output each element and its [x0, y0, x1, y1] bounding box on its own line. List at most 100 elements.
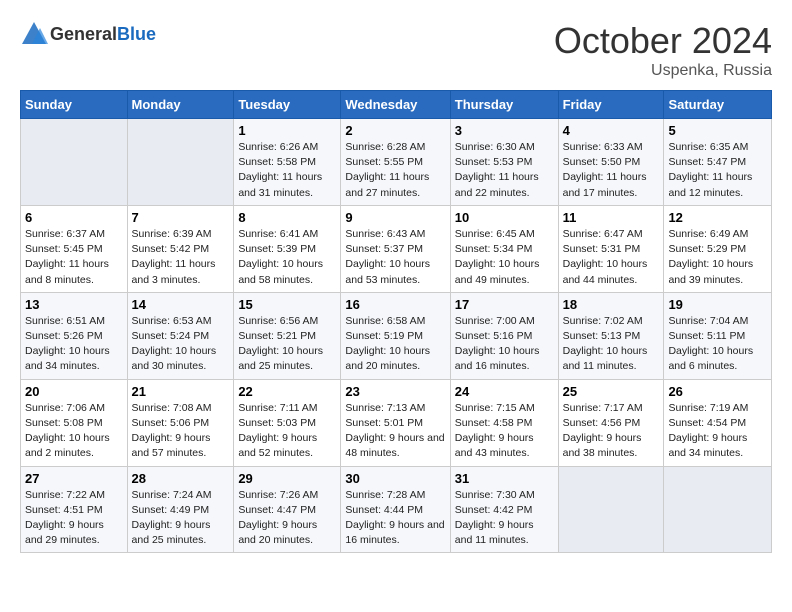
day-number: 31 [455, 471, 554, 486]
calendar-week-row: 20 Sunrise: 7:06 AMSunset: 5:08 PMDayligh… [21, 379, 772, 466]
day-number: 11 [563, 210, 660, 225]
weekday-header: Monday [127, 91, 234, 119]
logo-blue: Blue [117, 24, 156, 44]
day-number: 22 [238, 384, 336, 399]
day-info: Sunrise: 6:30 AMSunset: 5:53 PMDaylight:… [455, 140, 554, 201]
calendar-cell: 18 Sunrise: 7:02 AMSunset: 5:13 PMDayligh… [558, 292, 664, 379]
day-info: Sunrise: 6:35 AMSunset: 5:47 PMDaylight:… [668, 140, 767, 201]
day-number: 14 [132, 297, 230, 312]
day-number: 19 [668, 297, 767, 312]
day-info: Sunrise: 7:06 AMSunset: 5:08 PMDaylight:… [25, 401, 123, 462]
calendar-cell: 17Sunrise: 7:00 AMSunset: 5:16 PMDayligh… [450, 292, 558, 379]
calendar-cell: 21Sunrise: 7:08 AMSunset: 5:06 PMDayligh… [127, 379, 234, 466]
day-info: Sunrise: 6:49 AMSunset: 5:29 PMDaylight:… [668, 227, 767, 288]
calendar-table: SundayMondayTuesdayWednesdayThursdayFrid… [20, 90, 772, 553]
day-number: 2 [345, 123, 445, 138]
day-info: Sunrise: 6:51 AMSunset: 5:26 PMDaylight:… [25, 314, 123, 375]
calendar-cell: 24Sunrise: 7:15 AMSunset: 4:58 PMDayligh… [450, 379, 558, 466]
page-header: GeneralBlue October 2024 Uspenka, Russia [20, 20, 772, 80]
calendar-header: SundayMondayTuesdayWednesdayThursdayFrid… [21, 91, 772, 119]
calendar-cell [127, 119, 234, 206]
day-number: 25 [563, 384, 660, 399]
calendar-week-row: 13 Sunrise: 6:51 AMSunset: 5:26 PMDayligh… [21, 292, 772, 379]
calendar-cell: 5Sunrise: 6:35 AMSunset: 5:47 PMDaylight… [664, 119, 772, 206]
day-number: 23 [345, 384, 445, 399]
calendar-cell: 1 Sunrise: 6:26 AMSunset: 5:58 PMDaylight… [234, 119, 341, 206]
day-info: Sunrise: 7:28 AMSunset: 4:44 PMDaylight:… [345, 488, 445, 549]
weekday-header: Sunday [21, 91, 128, 119]
day-number: 30 [345, 471, 445, 486]
day-number: 10 [455, 210, 554, 225]
day-info: Sunrise: 6:33 AMSunset: 5:50 PMDaylight:… [563, 140, 660, 201]
day-info: Sunrise: 6:58 AMSunset: 5:19 PMDaylight:… [345, 314, 445, 375]
calendar-cell: 23 Sunrise: 7:13 AMSunset: 5:01 PMDayligh… [341, 379, 450, 466]
day-number: 4 [563, 123, 660, 138]
day-info: Sunrise: 7:19 AMSunset: 4:54 PMDaylight:… [668, 401, 767, 462]
day-info: Sunrise: 7:15 AMSunset: 4:58 PMDaylight:… [455, 401, 554, 462]
day-info: Sunrise: 6:26 AMSunset: 5:58 PMDaylight:… [238, 140, 336, 201]
calendar-cell: 28 Sunrise: 7:24 AMSunset: 4:49 PMDayligh… [127, 466, 234, 553]
calendar-cell: 10 Sunrise: 6:45 AMSunset: 5:34 PMDayligh… [450, 205, 558, 292]
day-number: 1 [238, 123, 336, 138]
calendar-cell: 4 Sunrise: 6:33 AMSunset: 5:50 PMDaylight… [558, 119, 664, 206]
logo: GeneralBlue [20, 20, 156, 48]
day-info: Sunrise: 6:37 AMSunset: 5:45 PMDaylight:… [25, 227, 123, 288]
calendar-cell: 3Sunrise: 6:30 AMSunset: 5:53 PMDaylight… [450, 119, 558, 206]
calendar-cell [21, 119, 128, 206]
logo-icon [20, 20, 48, 48]
day-number: 20 [25, 384, 123, 399]
weekday-header: Saturday [664, 91, 772, 119]
day-info: Sunrise: 6:28 AMSunset: 5:55 PMDaylight:… [345, 140, 445, 201]
day-number: 18 [563, 297, 660, 312]
day-number: 26 [668, 384, 767, 399]
calendar-cell: 31 Sunrise: 7:30 AMSunset: 4:42 PMDayligh… [450, 466, 558, 553]
calendar-cell: 8 Sunrise: 6:41 AMSunset: 5:39 PMDaylight… [234, 205, 341, 292]
weekday-row: SundayMondayTuesdayWednesdayThursdayFrid… [21, 91, 772, 119]
day-info: Sunrise: 7:13 AMSunset: 5:01 PMDaylight:… [345, 401, 445, 462]
calendar-cell: 14 Sunrise: 6:53 AMSunset: 5:24 PMDayligh… [127, 292, 234, 379]
day-number: 15 [238, 297, 336, 312]
day-number: 7 [132, 210, 230, 225]
weekday-header: Thursday [450, 91, 558, 119]
month-title: October 2024 [554, 20, 772, 62]
calendar-cell: 22 Sunrise: 7:11 AMSunset: 5:03 PMDayligh… [234, 379, 341, 466]
day-info: Sunrise: 7:08 AMSunset: 5:06 PMDaylight:… [132, 401, 230, 462]
day-number: 28 [132, 471, 230, 486]
calendar-cell: 2 Sunrise: 6:28 AMSunset: 5:55 PMDaylight… [341, 119, 450, 206]
day-info: Sunrise: 7:30 AMSunset: 4:42 PMDaylight:… [455, 488, 554, 549]
day-info: Sunrise: 6:47 AMSunset: 5:31 PMDaylight:… [563, 227, 660, 288]
calendar-cell: 6Sunrise: 6:37 AMSunset: 5:45 PMDaylight… [21, 205, 128, 292]
calendar-cell: 15 Sunrise: 6:56 AMSunset: 5:21 PMDayligh… [234, 292, 341, 379]
day-info: Sunrise: 7:24 AMSunset: 4:49 PMDaylight:… [132, 488, 230, 549]
calendar-cell: 26 Sunrise: 7:19 AMSunset: 4:54 PMDayligh… [664, 379, 772, 466]
calendar-body: 1 Sunrise: 6:26 AMSunset: 5:58 PMDaylight… [21, 119, 772, 553]
calendar-cell: 12 Sunrise: 6:49 AMSunset: 5:29 PMDayligh… [664, 205, 772, 292]
day-number: 16 [345, 297, 445, 312]
day-info: Sunrise: 6:45 AMSunset: 5:34 PMDaylight:… [455, 227, 554, 288]
day-info: Sunrise: 7:02 AMSunset: 5:13 PMDaylight:… [563, 314, 660, 375]
day-number: 12 [668, 210, 767, 225]
weekday-header: Tuesday [234, 91, 341, 119]
day-info: Sunrise: 6:41 AMSunset: 5:39 PMDaylight:… [238, 227, 336, 288]
day-info: Sunrise: 7:11 AMSunset: 5:03 PMDaylight:… [238, 401, 336, 462]
calendar-cell: 25 Sunrise: 7:17 AMSunset: 4:56 PMDayligh… [558, 379, 664, 466]
calendar-cell: 29 Sunrise: 7:26 AMSunset: 4:47 PMDayligh… [234, 466, 341, 553]
day-info: Sunrise: 6:56 AMSunset: 5:21 PMDaylight:… [238, 314, 336, 375]
day-info: Sunrise: 7:17 AMSunset: 4:56 PMDaylight:… [563, 401, 660, 462]
day-info: Sunrise: 6:53 AMSunset: 5:24 PMDaylight:… [132, 314, 230, 375]
weekday-header: Wednesday [341, 91, 450, 119]
day-info: Sunrise: 7:26 AMSunset: 4:47 PMDaylight:… [238, 488, 336, 549]
calendar-cell: 27 Sunrise: 7:22 AMSunset: 4:51 PMDayligh… [21, 466, 128, 553]
calendar-week-row: 1 Sunrise: 6:26 AMSunset: 5:58 PMDaylight… [21, 119, 772, 206]
day-number: 27 [25, 471, 123, 486]
calendar-cell: 19Sunrise: 7:04 AMSunset: 5:11 PMDayligh… [664, 292, 772, 379]
calendar-cell [558, 466, 664, 553]
day-info: Sunrise: 6:39 AMSunset: 5:42 PMDaylight:… [132, 227, 230, 288]
calendar-cell: 13 Sunrise: 6:51 AMSunset: 5:26 PMDayligh… [21, 292, 128, 379]
day-number: 29 [238, 471, 336, 486]
day-number: 8 [238, 210, 336, 225]
day-number: 13 [25, 297, 123, 312]
calendar-cell: 30 Sunrise: 7:28 AMSunset: 4:44 PMDayligh… [341, 466, 450, 553]
day-number: 9 [345, 210, 445, 225]
day-info: Sunrise: 7:22 AMSunset: 4:51 PMDaylight:… [25, 488, 123, 549]
